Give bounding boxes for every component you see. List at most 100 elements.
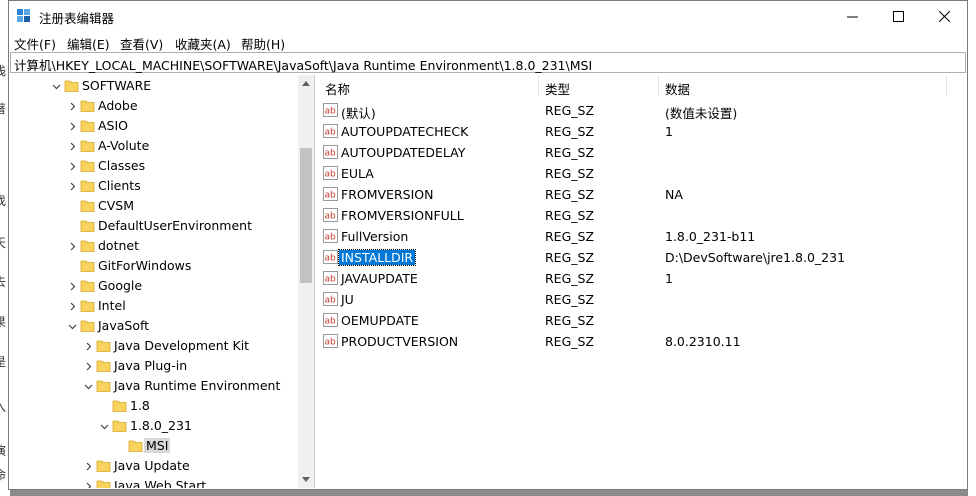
tree-node-label: Adobe [98,98,138,113]
value-name: OEMUPDATE [341,313,419,328]
string-value-icon: ab [323,292,338,306]
tree-node[interactable]: GitForWindows [10,256,300,276]
chevron-right-icon[interactable] [66,136,78,156]
tree-node[interactable]: Classes [10,156,300,176]
tree-node[interactable]: CVSM [10,196,300,216]
menu-help[interactable]: 帮助(H) [241,34,285,53]
scroll-down-arrow-icon[interactable] [302,477,310,482]
svg-text:ab: ab [325,212,337,222]
chevron-right-icon[interactable] [66,296,78,316]
folder-icon [80,158,95,173]
values-list-pane[interactable]: 名称 类型 数据 ab (默认) REG_SZ (数值未设置) ab AUTOUPDATE… [317,75,966,488]
tree-node[interactable]: Java Web Start [10,476,300,488]
tree-node-label: 1.8 [130,398,150,413]
value-row[interactable]: ab EULA REG_SZ [317,163,966,184]
value-name: FROMVERSIONFULL [341,208,464,223]
column-header-data[interactable]: 数据 [665,79,690,98]
menu-edit[interactable]: 编辑(E) [67,34,110,53]
tree-node[interactable]: Adobe [10,96,300,116]
chevron-right-icon[interactable] [82,356,94,376]
tree-node[interactable]: Java Update [10,456,300,476]
background-text-fragment: 浅 [0,64,7,78]
close-icon [938,10,950,22]
tree-node[interactable]: Google [10,276,300,296]
chevron-right-icon[interactable] [66,156,78,176]
tree-node[interactable]: ASIO [10,116,300,136]
value-row[interactable]: ab FROMVERSIONFULL REG_SZ [317,205,966,226]
menu-view[interactable]: 查看(V) [120,34,163,53]
menu-favorites[interactable]: 收藏夹(A) [175,34,231,53]
title-bar[interactable]: 注册表编辑器 [9,1,967,31]
tree-vertical-scrollbar[interactable] [298,75,314,488]
chevron-down-icon[interactable] [82,376,94,396]
value-row[interactable]: ab AUTOUPDATECHECK REG_SZ 1 [317,121,966,142]
scrollbar-thumb[interactable] [300,148,312,283]
background-text-fragment: 去 [0,275,7,289]
column-divider[interactable] [538,75,539,96]
value-data: (数值未设置) [665,106,738,121]
tree-node[interactable]: DefaultUserEnvironment [10,216,300,236]
close-button[interactable] [921,1,967,31]
value-data: 1 [665,271,673,286]
string-value-icon: ab [323,166,338,180]
column-header-name[interactable]: 名称 [325,79,350,98]
chevron-right-icon[interactable] [66,276,78,296]
value-name: INSTALLDIR [337,249,417,266]
tree-node[interactable]: Clients [10,176,300,196]
tree-node-label: Java Runtime Environment [114,378,281,393]
value-row[interactable]: ab FullVersion REG_SZ 1.8.0_231-b11 [317,226,966,247]
folder-icon [80,298,95,313]
column-header-type[interactable]: 类型 [545,79,570,98]
tree-node[interactable]: JavaSoft [10,316,300,336]
column-divider[interactable] [658,75,659,96]
menu-file[interactable]: 文件(F) [14,34,56,53]
tree-node[interactable]: Java Development Kit [10,336,300,356]
value-row[interactable]: ab (默认) REG_SZ (数值未设置) [317,100,966,121]
chevron-right-icon[interactable] [66,116,78,136]
value-row[interactable]: ab PRODUCTVERSION REG_SZ 8.0.2310.11 [317,331,966,352]
tree-node[interactable]: A-Volute [10,136,300,156]
chevron-right-icon[interactable] [66,96,78,116]
tree-node[interactable]: 1.8 [10,396,300,416]
value-row[interactable]: ab OEMUPDATE REG_SZ [317,310,966,331]
tree-node[interactable]: MSI [10,436,300,456]
chevron-down-icon[interactable] [50,76,62,96]
value-row[interactable]: ab AUTOUPDATEDELAY REG_SZ [317,142,966,163]
tree-node[interactable]: dotnet [10,236,300,256]
string-value-icon: ab [323,145,338,159]
folder-icon [80,138,95,153]
tree-node[interactable]: Intel [10,296,300,316]
value-row[interactable]: ab JAVAUPDATE REG_SZ 1 [317,268,966,289]
tree-node[interactable]: Java Plug-in [10,356,300,376]
background-text-fragment: 天 [0,236,7,250]
chevron-right-icon[interactable] [82,476,94,488]
value-type: REG_SZ [545,334,595,349]
key-tree-pane[interactable]: SOFTWARE Adobe ASIO A-Volute Classes Clients C… [10,75,315,488]
tree-node[interactable]: 1.8.0_231 [10,416,300,436]
chevron-right-icon[interactable] [66,176,78,196]
value-row[interactable]: ab JU REG_SZ [317,289,966,310]
chevron-down-icon[interactable] [66,316,78,336]
address-path[interactable]: 计算机\HKEY_LOCAL_MACHINE\SOFTWARE\JavaSoft… [14,55,592,74]
column-divider[interactable] [946,75,947,96]
chevron-right-icon[interactable] [66,236,78,256]
value-type: REG_SZ [545,103,595,118]
scroll-up-arrow-icon[interactable] [302,81,310,86]
folder-icon [96,378,111,393]
tree-node[interactable]: SOFTWARE [10,76,300,96]
folder-icon [80,198,95,213]
value-type: REG_SZ [545,250,595,265]
chevron-right-icon[interactable] [82,336,94,356]
registry-editor-window: 注册表编辑器 文件(F) 编辑(E) 查看(V) 收藏夹(A) 帮助(H) 计算… [8,0,968,490]
tree-node[interactable]: Java Runtime Environment [10,376,300,396]
minimize-button[interactable] [829,1,875,31]
string-value-icon: ab [323,124,338,138]
folder-icon [112,398,127,413]
address-bar[interactable]: 计算机\HKEY_LOCAL_MACHINE\SOFTWARE\JavaSoft… [10,52,966,73]
value-row[interactable]: ab FROMVERSION REG_SZ NA [317,184,966,205]
maximize-button[interactable] [875,1,921,31]
chevron-right-icon[interactable] [82,456,94,476]
chevron-down-icon[interactable] [98,416,110,436]
maximize-icon [892,10,904,22]
value-row[interactable]: ab INSTALLDIR REG_SZ D:\DevSoftware\jre1.8.… [317,247,966,268]
